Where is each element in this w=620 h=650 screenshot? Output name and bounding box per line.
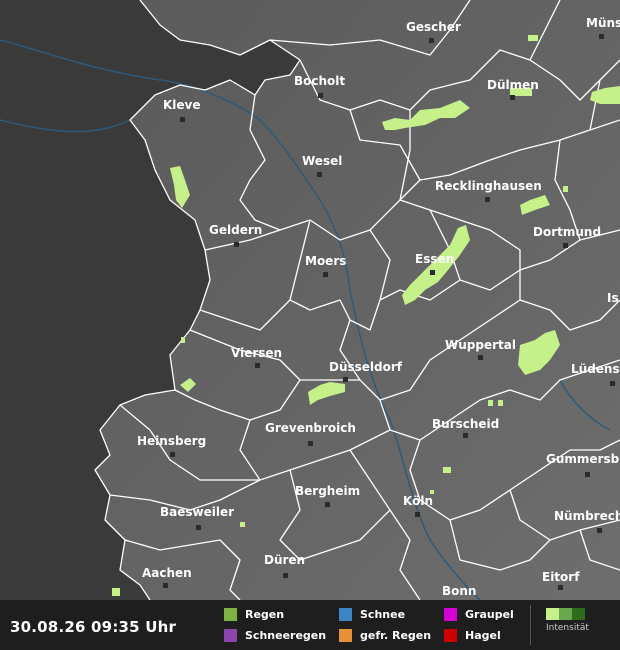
city-eitorf: Eitorf	[542, 570, 580, 584]
legend-swatch-graupel	[444, 607, 457, 621]
city-duelmen: Dülmen	[487, 78, 539, 92]
legend-label: gefr. Regen	[360, 628, 432, 642]
city-dortmund: Dortmund	[533, 225, 601, 239]
intensity-swatch-high	[572, 608, 585, 620]
city-bocholt: Bocholt	[294, 74, 345, 88]
city-essen: Essen	[415, 252, 454, 266]
intensity-scale: Intensität	[546, 608, 606, 633]
legend-divider	[530, 605, 531, 645]
legend-item-regen: Regen	[224, 607, 284, 621]
intensity-swatch-mid	[559, 608, 572, 620]
intensity-label: Intensität	[546, 623, 589, 633]
city-bonn: Bonn	[442, 584, 476, 598]
legend-swatch-gefr-regen	[339, 628, 352, 642]
legend-item-graupel: Graupel	[444, 607, 514, 621]
legend-item-hagel: Hagel	[444, 628, 501, 642]
legend-swatch-schnee	[339, 607, 352, 621]
legend-swatch-regen	[224, 607, 237, 621]
legend-item-schneeregen: Schneeregen	[224, 628, 326, 642]
legend-item-gefr-regen: gefr. Regen	[339, 628, 431, 642]
city-nuembrecht: Nümbrech	[554, 509, 620, 523]
city-aachen: Aachen	[142, 566, 192, 580]
legend-bar: 30.08.26 09:35 Uhr Regen Schneeregen Sch…	[0, 600, 620, 650]
city-recklinghausen: Recklinghausen	[435, 179, 542, 193]
city-geldern: Geldern	[209, 223, 262, 237]
city-wesel: Wesel	[302, 154, 342, 168]
city-heinsberg: Heinsberg	[137, 434, 206, 448]
legend-swatch-schneeregen	[224, 628, 237, 642]
city-gescher: Gescher	[406, 20, 461, 34]
city-burscheid: Burscheid	[432, 417, 499, 431]
city-koeln: Köln	[403, 494, 433, 508]
city-baesweiler: Baesweiler	[160, 505, 234, 519]
city-gummersbach: Gummersb	[546, 452, 620, 466]
legend-label: Hagel	[465, 628, 501, 642]
timestamp: 30.08.26 09:35 Uhr	[10, 618, 177, 636]
city-is: Is	[607, 291, 619, 305]
legend-swatch-hagel	[444, 628, 457, 642]
legend-label: Schneeregen	[245, 628, 327, 642]
city-kleve: Kleve	[163, 98, 201, 112]
legend-label: Schnee	[360, 607, 406, 621]
city-moers: Moers	[305, 254, 346, 268]
city-grevenbroich: Grevenbroich	[265, 421, 356, 435]
legend-item-schnee: Schnee	[339, 607, 405, 621]
city-dueren: Düren	[264, 553, 305, 567]
weather-map: Gescher Müns Bocholt Dülmen Kleve Wesel …	[0, 0, 620, 600]
legend-label: Regen	[245, 607, 285, 621]
city-luedenscheid: Lüdens	[571, 362, 620, 376]
intensity-swatch-low	[546, 608, 559, 620]
city-viersen: Viersen	[231, 346, 282, 360]
city-muenster: Müns	[586, 16, 620, 30]
city-duesseldorf: Düsseldorf	[329, 360, 403, 374]
city-wuppertal: Wuppertal	[445, 338, 516, 352]
legend-label: Graupel	[465, 607, 514, 621]
city-bergheim: Bergheim	[295, 484, 360, 498]
